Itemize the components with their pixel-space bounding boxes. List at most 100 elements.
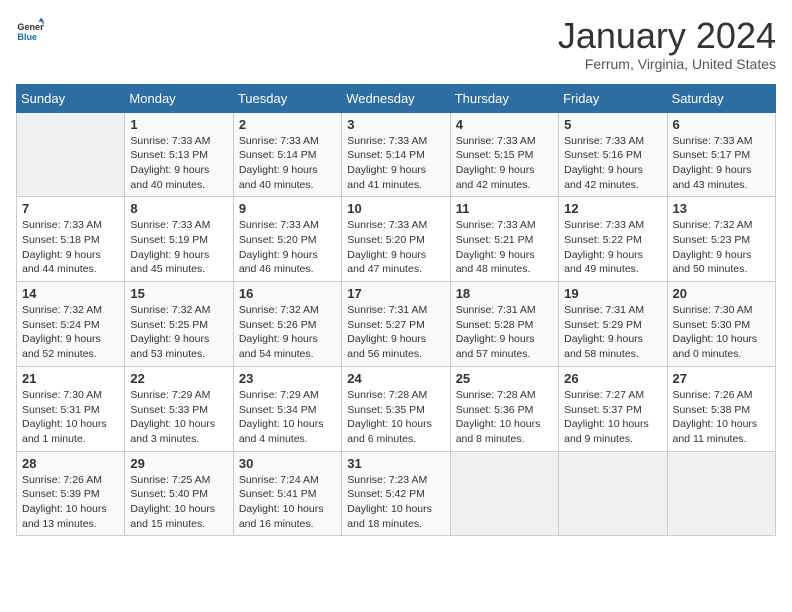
day-number: 1: [130, 117, 227, 132]
day-info: Sunrise: 7:31 AM Sunset: 5:27 PM Dayligh…: [347, 303, 444, 362]
calendar-week-3: 14 Sunrise: 7:32 AM Sunset: 5:24 PM Dayli…: [17, 282, 776, 367]
calendar-cell: 15Sunrise: 7:32 AM Sunset: 5:25 PM Dayli…: [125, 282, 233, 367]
day-number: 26: [564, 371, 661, 386]
day-info: Sunrise: 7:23 AM Sunset: 5:42 PM Dayligh…: [347, 473, 444, 532]
calendar-cell: 11 Sunrise: 7:33 AM Sunset: 5:21 PM Dayli…: [450, 197, 558, 282]
day-info: Sunrise: 7:31 AM Sunset: 5:28 PM Dayligh…: [456, 303, 553, 362]
day-number: 24: [347, 371, 444, 386]
day-info: Sunrise: 7:26 AM Sunset: 5:38 PM Dayligh…: [673, 388, 770, 447]
day-of-week-sunday: Sunday: [17, 84, 125, 112]
calendar-cell: 27Sunrise: 7:26 AM Sunset: 5:38 PM Dayli…: [667, 366, 775, 451]
calendar-cell: 8 Sunrise: 7:33 AM Sunset: 5:19 PM Daylig…: [125, 197, 233, 282]
calendar-cell: 30 Sunrise: 7:24 AM Sunset: 5:41 PM Dayli…: [233, 451, 341, 536]
day-number: 13: [673, 201, 770, 216]
svg-text:Blue: Blue: [17, 32, 37, 42]
calendar-cell: 6Sunrise: 7:33 AM Sunset: 5:17 PM Daylig…: [667, 112, 775, 197]
day-number: 2: [239, 117, 336, 132]
day-info: Sunrise: 7:26 AM Sunset: 5:39 PM Dayligh…: [22, 473, 119, 532]
day-number: 28: [22, 456, 119, 471]
day-info: Sunrise: 7:30 AM Sunset: 5:30 PM Dayligh…: [673, 303, 770, 362]
day-number: 21: [22, 371, 119, 386]
calendar-cell: 28 Sunrise: 7:26 AM Sunset: 5:39 PM Dayli…: [17, 451, 125, 536]
day-number: 19: [564, 286, 661, 301]
day-number: 23: [239, 371, 336, 386]
calendar-cell: 12 Sunrise: 7:33 AM Sunset: 5:22 PM Dayli…: [559, 197, 667, 282]
calendar-cell: [17, 112, 125, 197]
day-info: Sunrise: 7:29 AM Sunset: 5:33 PM Dayligh…: [130, 388, 227, 447]
calendar-cell: 13Sunrise: 7:32 AM Sunset: 5:23 PM Dayli…: [667, 197, 775, 282]
day-info: Sunrise: 7:33 AM Sunset: 5:17 PM Dayligh…: [673, 134, 770, 193]
day-info: Sunrise: 7:33 AM Sunset: 5:16 PM Dayligh…: [564, 134, 661, 193]
title-block: January 2024 Ferrum, Virginia, United St…: [558, 16, 776, 72]
day-number: 20: [673, 286, 770, 301]
calendar-cell: 24Sunrise: 7:28 AM Sunset: 5:35 PM Dayli…: [342, 366, 450, 451]
day-number: 5: [564, 117, 661, 132]
calendar-cell: [450, 451, 558, 536]
calendar-cell: 18 Sunrise: 7:31 AM Sunset: 5:28 PM Dayli…: [450, 282, 558, 367]
calendar-cell: 4 Sunrise: 7:33 AM Sunset: 5:15 PM Daylig…: [450, 112, 558, 197]
day-info: Sunrise: 7:33 AM Sunset: 5:20 PM Dayligh…: [347, 218, 444, 277]
calendar-week-5: 28 Sunrise: 7:26 AM Sunset: 5:39 PM Dayli…: [17, 451, 776, 536]
calendar-cell: 9 Sunrise: 7:33 AM Sunset: 5:20 PM Daylig…: [233, 197, 341, 282]
day-of-week-saturday: Saturday: [667, 84, 775, 112]
day-info: Sunrise: 7:33 AM Sunset: 5:13 PM Dayligh…: [130, 134, 227, 193]
day-number: 30: [239, 456, 336, 471]
calendar-table: SundayMondayTuesdayWednesdayThursdayFrid…: [16, 84, 776, 537]
day-info: Sunrise: 7:32 AM Sunset: 5:24 PM Dayligh…: [22, 303, 119, 362]
day-number: 14: [22, 286, 119, 301]
day-number: 10: [347, 201, 444, 216]
calendar-cell: 1 Sunrise: 7:33 AM Sunset: 5:13 PM Daylig…: [125, 112, 233, 197]
location-subtitle: Ferrum, Virginia, United States: [558, 56, 776, 72]
day-info: Sunrise: 7:33 AM Sunset: 5:19 PM Dayligh…: [130, 218, 227, 277]
calendar-cell: 31 Sunrise: 7:23 AM Sunset: 5:42 PM Dayli…: [342, 451, 450, 536]
day-of-week-monday: Monday: [125, 84, 233, 112]
day-info: Sunrise: 7:29 AM Sunset: 5:34 PM Dayligh…: [239, 388, 336, 447]
calendar-cell: 16Sunrise: 7:32 AM Sunset: 5:26 PM Dayli…: [233, 282, 341, 367]
day-number: 18: [456, 286, 553, 301]
day-of-week-friday: Friday: [559, 84, 667, 112]
day-number: 16: [239, 286, 336, 301]
day-number: 8: [130, 201, 227, 216]
day-number: 22: [130, 371, 227, 386]
day-number: 4: [456, 117, 553, 132]
calendar-cell: 5 Sunrise: 7:33 AM Sunset: 5:16 PM Daylig…: [559, 112, 667, 197]
day-number: 25: [456, 371, 553, 386]
day-info: Sunrise: 7:27 AM Sunset: 5:37 PM Dayligh…: [564, 388, 661, 447]
day-info: Sunrise: 7:30 AM Sunset: 5:31 PM Dayligh…: [22, 388, 119, 447]
day-number: 7: [22, 201, 119, 216]
day-info: Sunrise: 7:33 AM Sunset: 5:18 PM Dayligh…: [22, 218, 119, 277]
day-of-week-tuesday: Tuesday: [233, 84, 341, 112]
calendar-cell: 25 Sunrise: 7:28 AM Sunset: 5:36 PM Dayli…: [450, 366, 558, 451]
day-number: 17: [347, 286, 444, 301]
day-number: 3: [347, 117, 444, 132]
calendar-cell: 20 Sunrise: 7:30 AM Sunset: 5:30 PM Dayli…: [667, 282, 775, 367]
svg-text:General: General: [17, 22, 44, 32]
calendar-week-1: 1 Sunrise: 7:33 AM Sunset: 5:13 PM Daylig…: [17, 112, 776, 197]
calendar-cell: 2 Sunrise: 7:33 AM Sunset: 5:14 PM Daylig…: [233, 112, 341, 197]
day-number: 9: [239, 201, 336, 216]
calendar-cell: 21 Sunrise: 7:30 AM Sunset: 5:31 PM Dayli…: [17, 366, 125, 451]
calendar-cell: 19Sunrise: 7:31 AM Sunset: 5:29 PM Dayli…: [559, 282, 667, 367]
calendar-cell: 3Sunrise: 7:33 AM Sunset: 5:14 PM Daylig…: [342, 112, 450, 197]
day-info: Sunrise: 7:25 AM Sunset: 5:40 PM Dayligh…: [130, 473, 227, 532]
month-title: January 2024: [558, 16, 776, 56]
calendar-cell: [667, 451, 775, 536]
day-info: Sunrise: 7:33 AM Sunset: 5:22 PM Dayligh…: [564, 218, 661, 277]
day-number: 12: [564, 201, 661, 216]
day-number: 11: [456, 201, 553, 216]
calendar-cell: 10 Sunrise: 7:33 AM Sunset: 5:20 PM Dayli…: [342, 197, 450, 282]
logo-icon: General Blue: [16, 16, 44, 44]
day-info: Sunrise: 7:33 AM Sunset: 5:14 PM Dayligh…: [239, 134, 336, 193]
page-header: General Blue General Blue January 2024 F…: [16, 16, 776, 72]
day-info: Sunrise: 7:33 AM Sunset: 5:21 PM Dayligh…: [456, 218, 553, 277]
day-info: Sunrise: 7:33 AM Sunset: 5:20 PM Dayligh…: [239, 218, 336, 277]
day-number: 15: [130, 286, 227, 301]
day-info: Sunrise: 7:33 AM Sunset: 5:15 PM Dayligh…: [456, 134, 553, 193]
day-number: 31: [347, 456, 444, 471]
day-of-week-thursday: Thursday: [450, 84, 558, 112]
day-info: Sunrise: 7:28 AM Sunset: 5:36 PM Dayligh…: [456, 388, 553, 447]
calendar-header: SundayMondayTuesdayWednesdayThursdayFrid…: [17, 84, 776, 112]
calendar-cell: 23 Sunrise: 7:29 AM Sunset: 5:34 PM Dayli…: [233, 366, 341, 451]
day-info: Sunrise: 7:24 AM Sunset: 5:41 PM Dayligh…: [239, 473, 336, 532]
calendar-cell: [559, 451, 667, 536]
